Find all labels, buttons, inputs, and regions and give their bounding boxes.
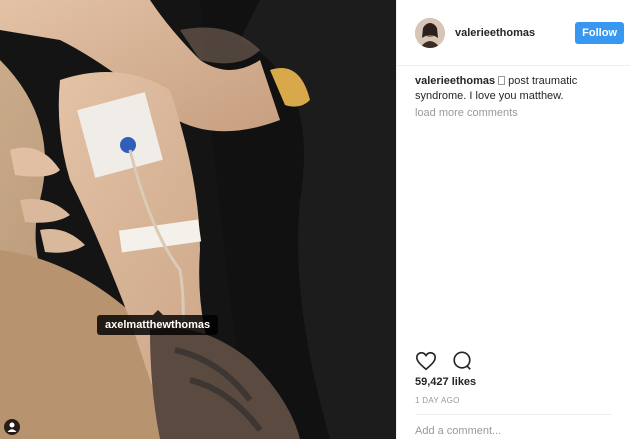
avatar[interactable] — [415, 17, 445, 48]
post-header: valerieethomas Follow — [397, 0, 630, 66]
hospital-hands-photo — [0, 0, 396, 439]
header-username[interactable]: valerieethomas — [455, 27, 575, 39]
like-count[interactable]: 59,427 likes — [415, 376, 476, 388]
emoji-placeholder-icon — [498, 76, 506, 85]
heart-icon[interactable] — [415, 350, 437, 372]
load-more-comments-link[interactable]: load more comments — [397, 104, 630, 119]
post-actions — [415, 350, 473, 372]
caption: valerieethomas post traumatic syndrome. I… — [397, 66, 630, 104]
follow-button[interactable]: Follow — [575, 21, 624, 44]
caption-username[interactable]: valerieethomas — [415, 75, 495, 87]
post-side-panel: valerieethomas Follow valerieethomas post… — [396, 0, 630, 439]
divider — [415, 414, 612, 415]
post-timestamp: 1 DAY AGO — [415, 396, 460, 405]
comment-input[interactable] — [415, 423, 615, 439]
user-tag-label[interactable]: axelmatthewthomas — [97, 310, 219, 335]
post-photo[interactable]: axelmatthewthomas — [0, 0, 396, 439]
person-icon[interactable] — [4, 419, 20, 435]
comment-icon[interactable] — [451, 350, 473, 372]
